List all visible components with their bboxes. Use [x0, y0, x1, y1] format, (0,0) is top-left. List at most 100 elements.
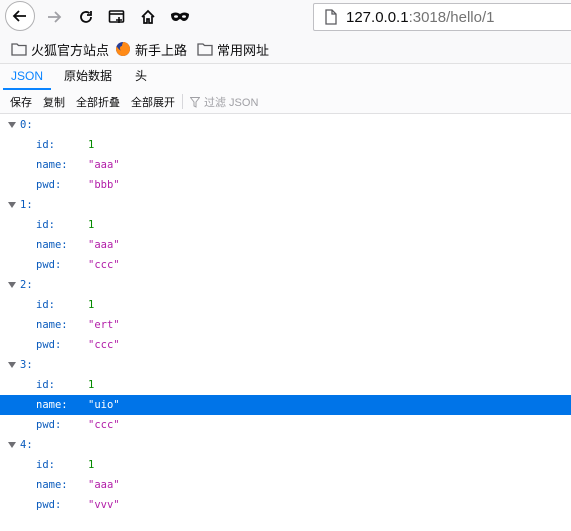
filter-placeholder: 过滤 JSON: [204, 97, 259, 109]
bookmark-label: 火狐官方站点: [31, 42, 110, 58]
tree-row-index[interactable]: 4:: [0, 435, 571, 455]
json-value: "ert": [88, 319, 120, 331]
tab-json[interactable]: JSON: [3, 64, 52, 90]
divider: [182, 94, 183, 109]
json-value: 1: [88, 139, 95, 151]
json-key: pwd:: [36, 419, 62, 431]
json-value: "ccc": [88, 419, 120, 431]
array-index: 3:: [20, 359, 33, 371]
private-mask-button[interactable]: [165, 2, 195, 32]
expand-arrow-icon[interactable]: [8, 202, 16, 208]
expand-all-button[interactable]: 全部展开: [131, 94, 175, 110]
folder-icon: [11, 43, 27, 56]
json-key: pwd:: [36, 259, 62, 271]
new-tab-screenshot-button[interactable]: [102, 2, 132, 32]
tree-row[interactable]: name: "aaa": [0, 235, 571, 255]
json-value: "bbb": [88, 179, 120, 191]
folder-icon: [197, 43, 213, 56]
back-arrow-icon: [12, 10, 26, 22]
json-value: "vvv": [88, 499, 120, 511]
json-actions-bar: 保存 复制 全部折叠 全部展开 过滤 JSON: [0, 90, 571, 114]
bookmark-label: 新手上路: [135, 42, 188, 58]
expand-arrow-icon[interactable]: [8, 122, 16, 128]
add-window-icon: [108, 10, 125, 23]
array-index: 1:: [20, 199, 33, 211]
collapse-all-button[interactable]: 全部折叠: [76, 94, 120, 110]
expand-arrow-icon[interactable]: [8, 282, 16, 288]
json-key: pwd:: [36, 339, 62, 351]
json-value: "ccc": [88, 259, 120, 271]
tab-raw-data[interactable]: 原始数据: [56, 64, 120, 89]
url-text: 127.0.0.1:3018/hello/1: [346, 9, 494, 26]
tree-row[interactable]: id: 1: [0, 135, 571, 155]
home-button[interactable]: [133, 2, 163, 32]
json-value: "aaa": [88, 479, 120, 491]
json-key: id:: [36, 139, 55, 151]
json-value: "aaa": [88, 239, 120, 251]
back-button[interactable]: [5, 1, 35, 31]
tree-row[interactable]: name: "ert": [0, 315, 571, 335]
bookmark-item[interactable]: 新手上路: [115, 40, 187, 58]
bookmark-item[interactable]: 常用网址: [197, 40, 269, 58]
json-value: "ccc": [88, 339, 120, 351]
json-key: id:: [36, 459, 55, 471]
home-icon: [141, 9, 155, 24]
bookmarks-bar: 火狐官方站点 新手上路 常用网址: [0, 34, 571, 64]
firefox-icon: [115, 42, 130, 56]
expand-arrow-icon[interactable]: [8, 442, 16, 448]
json-viewer-tabs: JSON 原始数据 头: [0, 64, 571, 91]
forward-arrow-icon: [48, 11, 62, 23]
array-index: 4:: [20, 439, 33, 451]
tree-row-index[interactable]: 1:: [0, 195, 571, 215]
browser-toolbar: 127.0.0.1:3018/hello/1: [0, 0, 571, 34]
reload-button[interactable]: [71, 2, 101, 32]
tree-row-selected[interactable]: name: "uio": [0, 395, 571, 415]
json-key: pwd:: [36, 179, 62, 191]
filter-icon: [190, 96, 200, 108]
copy-button[interactable]: 复制: [43, 94, 65, 110]
filter-input[interactable]: 过滤 JSON: [190, 94, 258, 110]
json-key: id:: [36, 379, 55, 391]
url-bar[interactable]: 127.0.0.1:3018/hello/1: [313, 3, 571, 31]
tab-headers[interactable]: 头: [127, 64, 155, 89]
url-host: 127.0.0.1: [346, 9, 409, 26]
mask-icon: [171, 12, 189, 21]
json-key: id:: [36, 299, 55, 311]
page-icon: [325, 9, 337, 25]
tree-row[interactable]: id: 1: [0, 215, 571, 235]
json-key: name:: [36, 399, 68, 411]
tree-row-index[interactable]: 3:: [0, 355, 571, 375]
json-value: 1: [88, 299, 95, 311]
json-key: name:: [36, 159, 68, 171]
json-value: "uio": [88, 399, 120, 411]
tree-row[interactable]: pwd: "ccc": [0, 415, 571, 435]
json-value: "aaa": [88, 159, 120, 171]
json-key: pwd:: [36, 499, 62, 511]
bookmark-item[interactable]: 火狐官方站点: [11, 40, 109, 58]
tree-row[interactable]: id: 1: [0, 455, 571, 475]
forward-button[interactable]: [39, 2, 69, 32]
tree-row[interactable]: name: "aaa": [0, 155, 571, 175]
json-value: 1: [88, 459, 95, 471]
bookmark-label: 常用网址: [217, 42, 270, 58]
tree-row[interactable]: id: 1: [0, 375, 571, 395]
json-value: 1: [88, 219, 95, 231]
tree-row[interactable]: pwd: "bbb": [0, 175, 571, 195]
tree-row[interactable]: pwd: "ccc": [0, 255, 571, 275]
tree-row-index[interactable]: 0:: [0, 115, 571, 135]
tree-row[interactable]: name: "aaa": [0, 475, 571, 495]
json-key: name:: [36, 479, 68, 491]
json-key: name:: [36, 319, 68, 331]
array-index: 0:: [20, 119, 33, 131]
reload-icon: [80, 11, 92, 23]
array-index: 2:: [20, 279, 33, 291]
tree-row[interactable]: id: 1: [0, 295, 571, 315]
expand-arrow-icon[interactable]: [8, 362, 16, 368]
tree-row[interactable]: pwd: "vvv": [0, 495, 571, 515]
tree-row-index[interactable]: 2:: [0, 275, 571, 295]
json-value: 1: [88, 379, 95, 391]
tree-row[interactable]: pwd: "ccc": [0, 335, 571, 355]
json-key: name:: [36, 239, 68, 251]
url-path: :3018/hello/1: [408, 9, 495, 26]
save-button[interactable]: 保存: [10, 94, 32, 110]
